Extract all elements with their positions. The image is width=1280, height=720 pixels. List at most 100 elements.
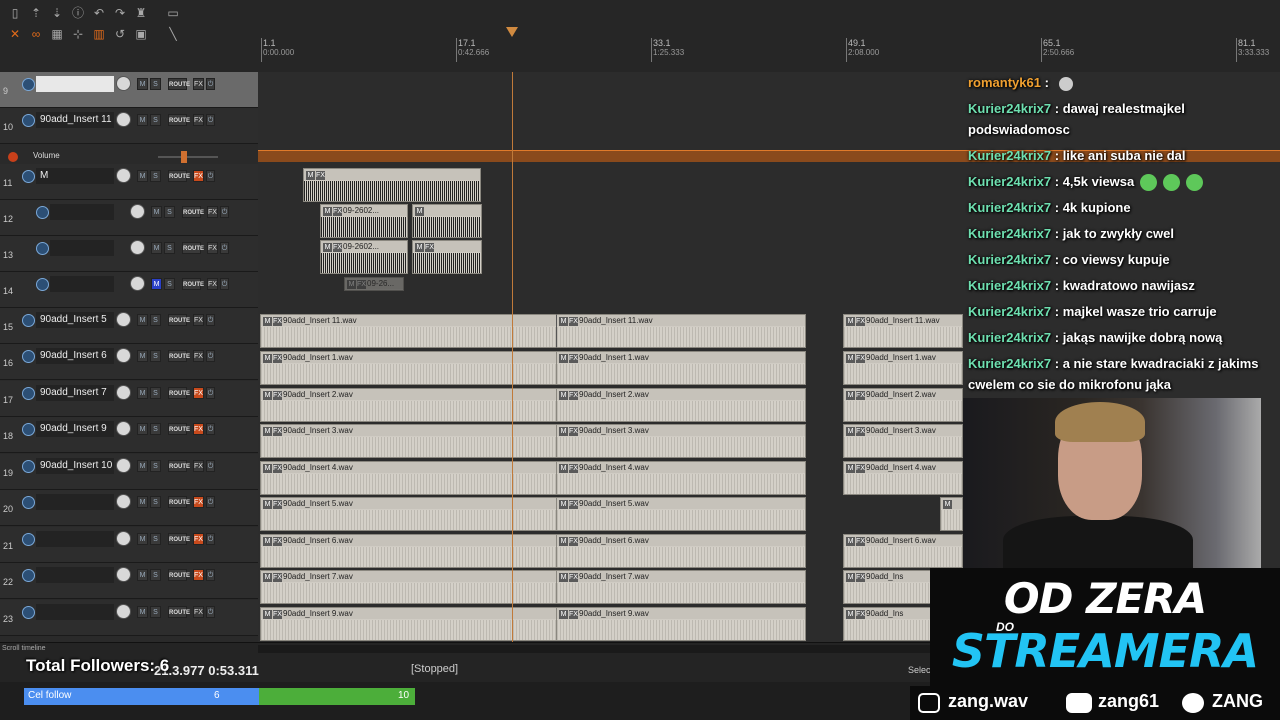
ripple-icon[interactable]: ✕ [8, 27, 22, 41]
envelope-arm-icon[interactable] [8, 152, 18, 162]
media-item[interactable]: M FX [412, 240, 482, 274]
fx-button[interactable]: FX [193, 387, 204, 399]
track-row[interactable]: 9 M S ROUTE FX ⏻ [0, 72, 258, 108]
mute-button[interactable]: M [151, 278, 162, 290]
volume-knob[interactable] [116, 385, 131, 400]
fx-button[interactable]: FX [193, 606, 204, 618]
redo-icon[interactable]: ↷ [113, 6, 127, 20]
volume-knob[interactable] [116, 494, 131, 509]
volume-knob[interactable] [116, 312, 131, 327]
fx-button[interactable]: FX [193, 350, 204, 362]
fx-bypass-button[interactable]: ⏻ [206, 78, 215, 90]
lock-icon[interactable]: ▣ [134, 27, 148, 41]
record-arm-button[interactable] [22, 114, 35, 127]
track-row[interactable]: 13 M S ROUTE FX ⏻ [0, 236, 258, 272]
fx-bypass-button[interactable]: ⏻ [220, 278, 229, 290]
fx-bypass-button[interactable]: ⏻ [206, 496, 215, 508]
media-item[interactable]: M FX90add_Ins [843, 607, 933, 641]
fx-button[interactable]: FX [193, 423, 204, 435]
fx-button[interactable]: FX [193, 314, 204, 326]
solo-button[interactable]: S [164, 278, 175, 290]
solo-button[interactable]: S [150, 170, 161, 182]
mute-button[interactable]: M [137, 170, 148, 182]
loop-icon[interactable]: ↺ [113, 27, 127, 41]
fx-bypass-button[interactable]: ⏻ [206, 460, 215, 472]
solo-button[interactable]: S [150, 423, 161, 435]
fx-button[interactable]: FX [193, 78, 204, 90]
track-row[interactable]: 14 M S ROUTE FX ⏻ [0, 272, 258, 308]
fx-button[interactable]: FX [207, 242, 218, 254]
track-row[interactable]: 23 M S ROUTE FX ⏻ [0, 600, 258, 636]
undo-icon[interactable]: ↶ [92, 6, 106, 20]
media-item[interactable]: M FX90add_Insert 6.wav [843, 534, 963, 568]
media-item[interactable]: M FX90add_Insert 7.wav [556, 570, 806, 604]
media-item[interactable]: M FX90add_Insert 4.wav [556, 461, 806, 495]
fx-bypass-button[interactable]: ⏻ [206, 350, 215, 362]
media-item[interactable]: M FX90add_Insert 11.wav [556, 314, 806, 348]
mute-button[interactable]: M [137, 423, 148, 435]
route-button[interactable]: ROUTE [168, 496, 190, 508]
track-row[interactable]: 12 M S ROUTE FX ⏻ [0, 200, 258, 236]
route-button[interactable]: ROUTE [168, 78, 190, 90]
playhead-marker[interactable] [506, 27, 518, 37]
track-name[interactable]: 90add_Insert 11 [36, 112, 114, 128]
route-button[interactable]: ROUTE [168, 460, 190, 472]
track-name[interactable]: 90add_Insert 10 [36, 458, 114, 474]
link-icon[interactable]: ∞ [29, 27, 43, 41]
track-name[interactable] [36, 604, 114, 620]
solo-button[interactable]: S [164, 206, 175, 218]
volume-knob[interactable] [116, 76, 131, 91]
media-item[interactable]: M FX90add_Insert 1.wav [556, 351, 806, 385]
fx-bypass-button[interactable]: ⏻ [206, 114, 215, 126]
mute-button[interactable]: M [137, 387, 148, 399]
fx-bypass-button[interactable]: ⏻ [206, 606, 215, 618]
route-button[interactable]: ROUTE [182, 242, 204, 254]
mute-button[interactable]: M [137, 569, 148, 581]
fx-bypass-button[interactable]: ⏻ [220, 206, 229, 218]
grid-icon[interactable]: ▦ [50, 27, 64, 41]
record-arm-button[interactable] [36, 242, 49, 255]
mute-button[interactable]: M [151, 206, 162, 218]
volume-knob[interactable] [130, 276, 145, 291]
volume-knob[interactable] [116, 567, 131, 582]
track-row[interactable]: 11 M M S ROUTE FX ⏻ [0, 164, 258, 200]
fx-bypass-button[interactable]: ⏻ [206, 314, 215, 326]
track-name[interactable]: 90add_Insert 9 [36, 421, 114, 437]
route-button[interactable]: ROUTE [168, 423, 190, 435]
fx-button[interactable]: FX [207, 278, 218, 290]
record-arm-button[interactable] [22, 314, 35, 327]
track-name[interactable] [36, 76, 114, 92]
mute-button[interactable]: M [137, 606, 148, 618]
save-icon[interactable]: ⇣ [50, 6, 64, 20]
media-item[interactable]: M FX90add_Insert 3.wav [843, 424, 963, 458]
volume-slider-thumb[interactable] [181, 151, 187, 163]
record-arm-button[interactable] [22, 460, 35, 473]
volume-slider-track[interactable] [158, 156, 218, 158]
track-row[interactable]: 15 90add_Insert 5 M S ROUTE FX ⏻ [0, 308, 258, 344]
track-name[interactable] [50, 204, 114, 220]
media-item[interactable]: M FX90add_Insert 11.wav [843, 314, 963, 348]
fx-button[interactable]: FX [193, 114, 204, 126]
mute-button[interactable]: M [137, 114, 148, 126]
media-item[interactable]: M FX90add_Insert 9.wav [556, 607, 806, 641]
route-button[interactable]: ROUTE [168, 314, 190, 326]
fx-button[interactable]: FX [193, 533, 204, 545]
solo-button[interactable]: S [150, 606, 161, 618]
mute-button[interactable]: M [137, 350, 148, 362]
info-icon[interactable]: ⓘ [71, 6, 85, 20]
route-button[interactable]: ROUTE [168, 350, 190, 362]
media-item[interactable]: M FX90add_Insert 1.wav [843, 351, 963, 385]
envelope-tool-icon[interactable]: ╲ [166, 27, 180, 41]
track-row[interactable]: 17 90add_Insert 7 M S ROUTE FX ⏻ [0, 381, 258, 417]
record-arm-button[interactable] [22, 569, 35, 582]
media-item[interactable]: M FX90add_Insert 3.wav [556, 424, 806, 458]
media-item[interactable]: M FX [303, 168, 481, 202]
record-arm-button[interactable] [22, 606, 35, 619]
volume-knob[interactable] [116, 112, 131, 127]
volume-knob[interactable] [130, 204, 145, 219]
track-name[interactable] [50, 240, 114, 256]
fx-bypass-button[interactable]: ⏻ [206, 170, 215, 182]
track-name[interactable]: 90add_Insert 6 [36, 348, 114, 364]
record-arm-button[interactable] [22, 78, 35, 91]
record-arm-button[interactable] [22, 533, 35, 546]
